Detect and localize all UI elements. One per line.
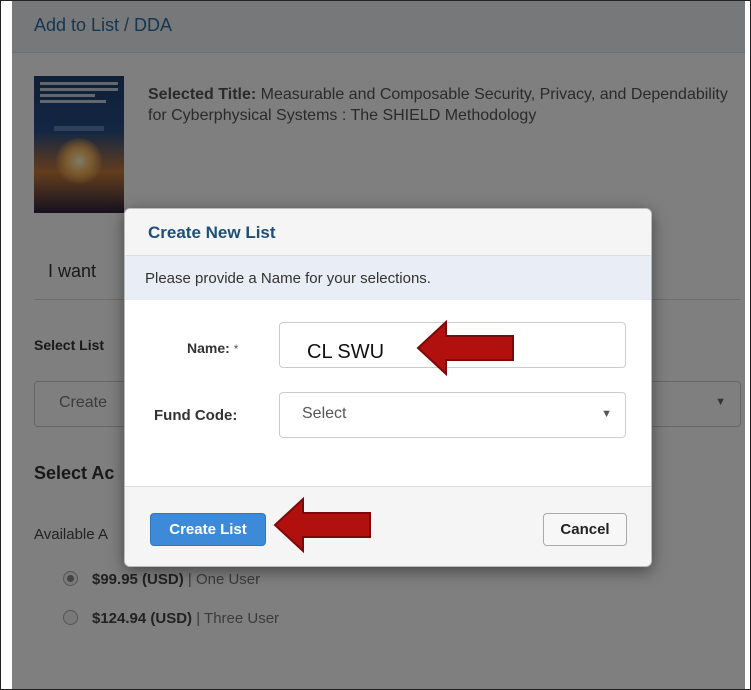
fund-code-select[interactable]: Select ▼ [279,392,626,438]
fund-code-value: Select [302,405,347,422]
browser-frame: Add to List / DDA Selected Title: Measur… [0,0,751,690]
modal-instruction: Please provide a Name for your selection… [145,270,431,287]
red-arrow-icon [273,496,371,554]
required-mark: * [233,342,239,356]
red-arrow-icon [416,319,514,377]
name-label: Name: * [187,340,239,356]
modal-header: Create New List [125,209,651,256]
modal-title: Create New List [148,223,276,242]
create-list-modal: Create New List Please provide a Name fo… [124,208,652,567]
chevron-down-icon: ▼ [601,408,612,420]
fund-code-label: Fund Code: [154,407,238,424]
modal-instruction-bar: Please provide a Name for your selection… [125,256,651,300]
cancel-button[interactable]: Cancel [543,513,627,546]
create-list-button[interactable]: Create List [150,513,266,546]
modal-footer: Create List Cancel [125,486,651,566]
